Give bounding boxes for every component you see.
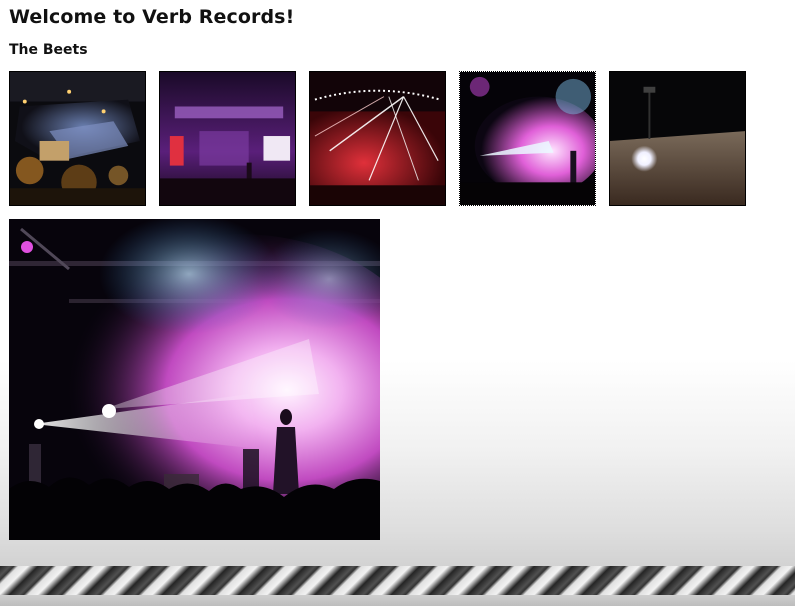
thumbnail-purple-stage[interactable] [159, 71, 296, 206]
thumbnail-aerial-stadium[interactable] [9, 71, 146, 206]
thumbnail-red-lasers[interactable] [309, 71, 446, 206]
page-title: Welcome to Verb Records! [9, 6, 295, 28]
thumbnail-image [610, 72, 745, 205]
band-name-heading: The Beets [9, 42, 88, 58]
thumbnail-gallery [9, 71, 749, 208]
thumbnail-image [160, 72, 295, 205]
footer-base [0, 595, 795, 606]
thumbnail-image [310, 72, 445, 205]
footer-hazard-stripes [0, 566, 795, 595]
thumbnail-stadium-light[interactable] [609, 71, 746, 206]
thumbnail-singer-spotlights[interactable] [459, 71, 596, 206]
selected-concert-photo [9, 219, 380, 540]
thumbnail-image [460, 72, 595, 205]
thumbnail-image [10, 72, 145, 205]
main-photo-viewer [9, 219, 380, 540]
